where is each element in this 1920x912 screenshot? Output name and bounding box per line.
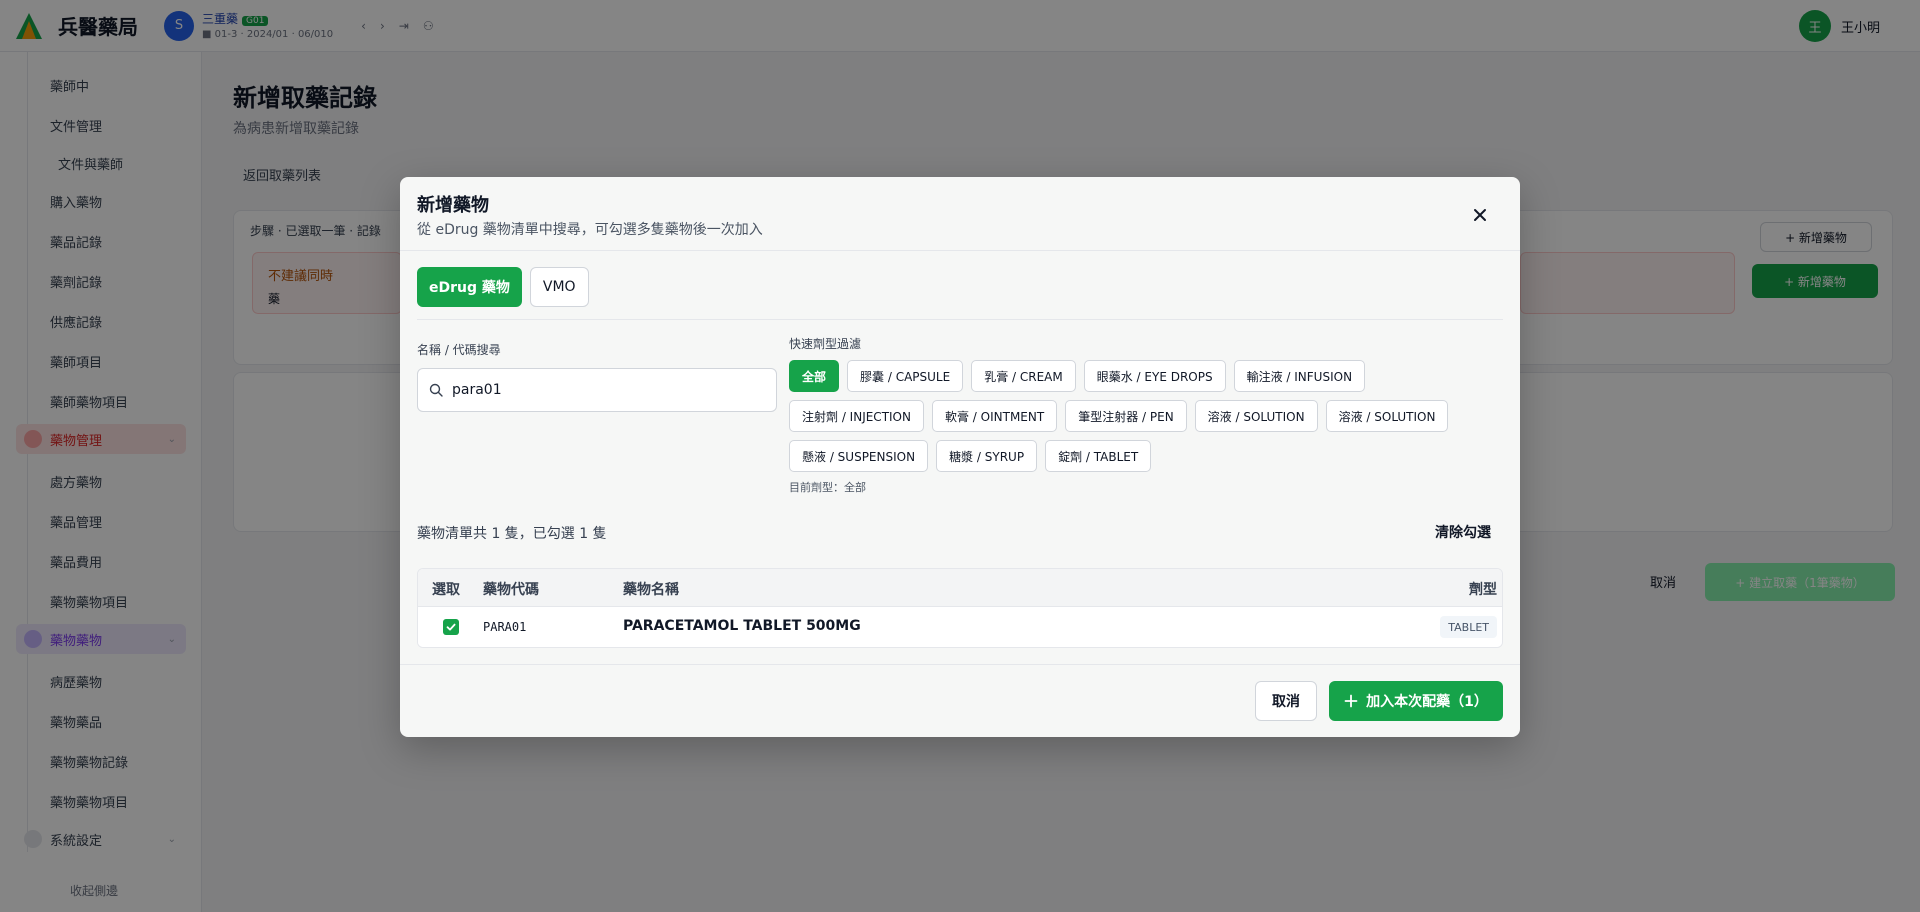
row-checkbox[interactable] <box>443 619 459 635</box>
tab-vmo[interactable]: VMO <box>529 267 589 307</box>
table-row[interactable]: PARA01 PARACETAMOL TABLET 500MG TABLET <box>418 607 1502 647</box>
table-header: 選取 藥物代碼 藥物名稱 劑型 <box>418 569 1502 607</box>
search-label: 名稱 / 代碼搜尋 <box>417 343 501 357</box>
drug-code: PARA01 <box>483 620 527 634</box>
search-input[interactable] <box>452 382 752 398</box>
search-field[interactable] <box>417 368 777 412</box>
header-form[interactable]: 劑型 <box>1469 579 1497 599</box>
divider <box>417 319 1503 320</box>
filter-chip-ointment[interactable]: 軟膏 / OINTMENT <box>931 400 1058 432</box>
add-button-label: 加入本次配藥（1） <box>1366 694 1488 710</box>
header-name[interactable]: 藥物名稱 <box>623 579 679 599</box>
filter-chip-suspension[interactable]: 懸液 / SUSPENSION <box>789 440 929 472</box>
modal-header: 新增藥物 從 eDrug 藥物清單中搜尋，可勾選多隻藥物後一次加入 <box>400 177 1520 251</box>
header-code[interactable]: 藥物代碼 <box>483 579 539 599</box>
tab-edrug[interactable]: eDrug 藥物 <box>417 267 522 307</box>
filter-chip-all[interactable]: 全部 <box>789 360 840 392</box>
header-select: 選取 <box>432 582 460 598</box>
filter-chip-tablet[interactable]: 錠劑 / TABLET <box>1045 440 1152 472</box>
clear-selection-button[interactable]: 清除勾選 <box>1435 522 1491 542</box>
filter-chip-infusion[interactable]: 輸注液 / INFUSION <box>1233 360 1366 392</box>
filter-chip-solution[interactable]: 溶液 / SOLUTION <box>1194 400 1318 432</box>
close-icon <box>1474 209 1486 221</box>
filter-chip-syrup[interactable]: 糖漿 / SYRUP <box>936 440 1038 472</box>
check-icon <box>446 623 456 631</box>
add-to-dispense-button[interactable]: 加入本次配藥（1） <box>1329 681 1503 721</box>
search-icon <box>429 383 443 397</box>
filter-chip-cream[interactable]: 乳膏 / CREAM <box>971 360 1076 392</box>
modal-title: 新增藥物 <box>417 195 489 216</box>
filter-chip-capsule[interactable]: 膠囊 / CAPSULE <box>847 360 964 392</box>
source-tabs: eDrug 藥物 VMO <box>417 267 589 307</box>
add-drug-modal: 新增藥物 從 eDrug 藥物清單中搜尋，可勾選多隻藥物後一次加入 eDrug … <box>400 177 1520 737</box>
current-filter-text: 目前劑型：全部 <box>789 481 866 494</box>
filter-label: 快速劑型過濾 <box>789 337 862 351</box>
plus-icon <box>1344 694 1358 708</box>
drug-name: PARACETAMOL TABLET 500MG <box>623 618 861 634</box>
modal-subtitle: 從 eDrug 藥物清單中搜尋，可勾選多隻藥物後一次加入 <box>417 222 763 238</box>
cancel-button[interactable]: 取消 <box>1255 681 1317 721</box>
list-summary: 藥物清單共 1 隻，已勾選 1 隻 <box>417 526 607 542</box>
dosage-form-badge: TABLET <box>1440 616 1497 638</box>
filter-chip-pen[interactable]: 筆型注射器 / PEN <box>1065 400 1187 432</box>
close-button[interactable] <box>1466 201 1494 229</box>
drug-table: 選取 藥物代碼 藥物名稱 劑型 PARA01 PARACETAMOL TABLE… <box>417 568 1503 648</box>
filter-chip-eye-drops[interactable]: 眼藥水 / EYE DROPS <box>1083 360 1226 392</box>
filter-chip-injection[interactable]: 注射劑 / INJECTION <box>789 400 924 432</box>
modal-footer: 取消 加入本次配藥（1） <box>400 664 1520 737</box>
dosage-form-filters: 全部 膠囊 / CAPSULE 乳膏 / CREAM 眼藥水 / EYE DRO… <box>789 360 1504 472</box>
filter-chip-solution-2[interactable]: 溶液 / SOLUTION <box>1325 400 1449 432</box>
